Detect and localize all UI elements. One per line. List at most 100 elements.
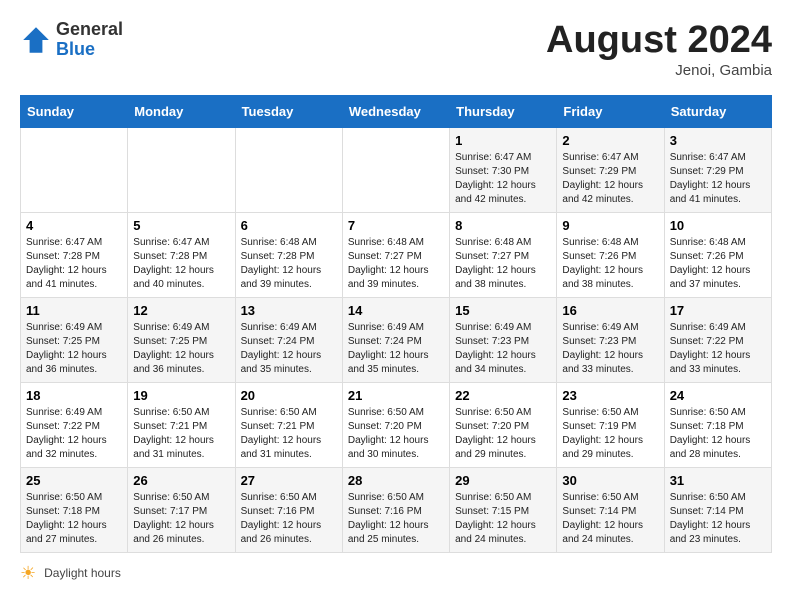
day-info: Sunrise: 6:50 AMSunset: 7:19 PMDaylight:… bbox=[562, 406, 658, 462]
day-info: Sunrise: 6:50 AMSunset: 7:20 PMDaylight:… bbox=[455, 406, 551, 462]
calendar-cell: 8Sunrise: 6:48 AMSunset: 7:27 PMDaylight… bbox=[450, 212, 557, 297]
day-number: 9 bbox=[562, 218, 658, 233]
day-info: Sunrise: 6:49 AMSunset: 7:25 PMDaylight:… bbox=[26, 321, 122, 377]
month-year: August 2024 bbox=[546, 20, 772, 62]
calendar-cell: 24 Sunrise: 6:50 AMSunset: 7:18 PMDayligh… bbox=[664, 382, 771, 467]
day-info: Sunrise: 6:50 AMSunset: 7:17 PMDaylight:… bbox=[133, 491, 229, 547]
day-number: 12 bbox=[133, 303, 229, 318]
calendar-cell: 13 Sunrise: 6:49 AMSunset: 7:24 PMDayligh… bbox=[235, 297, 342, 382]
day-number: 22 bbox=[455, 388, 551, 403]
day-number: 6 bbox=[241, 218, 337, 233]
col-header-wednesday: Wednesday bbox=[342, 95, 449, 127]
day-info: Sunrise: 6:50 AMSunset: 7:21 PMDaylight:… bbox=[133, 406, 229, 462]
calendar-cell: 31 Sunrise: 6:50 AMSunset: 7:14 PMDayligh… bbox=[664, 467, 771, 552]
logo-text: General Blue bbox=[56, 20, 123, 60]
day-info: Sunrise: 6:47 AMSunset: 7:29 PMDaylight:… bbox=[562, 151, 658, 207]
col-header-tuesday: Tuesday bbox=[235, 95, 342, 127]
day-info: Sunrise: 6:49 AMSunset: 7:22 PMDaylight:… bbox=[670, 321, 766, 377]
calendar-cell: 3 Sunrise: 6:47 AMSunset: 7:29 PMDaylight… bbox=[664, 127, 771, 212]
day-number: 21 bbox=[348, 388, 444, 403]
day-number: 27 bbox=[241, 473, 337, 488]
generalblue-logo-icon bbox=[20, 24, 52, 56]
calendar-cell: 14 Sunrise: 6:49 AMSunset: 7:24 PMDayligh… bbox=[342, 297, 449, 382]
day-info: Sunrise: 6:50 AMSunset: 7:21 PMDaylight:… bbox=[241, 406, 337, 462]
calendar-header-row: SundayMondayTuesdayWednesdayThursdayFrid… bbox=[21, 95, 772, 127]
day-info: Sunrise: 6:48 AMSunset: 7:27 PMDaylight:… bbox=[348, 236, 444, 292]
day-info: Sunrise: 6:47 AMSunset: 7:28 PMDaylight:… bbox=[26, 236, 122, 292]
calendar-cell: 16 Sunrise: 6:49 AMSunset: 7:23 PMDayligh… bbox=[557, 297, 664, 382]
day-number: 4 bbox=[26, 218, 122, 233]
calendar-cell: 17Sunrise: 6:49 AMSunset: 7:22 PMDayligh… bbox=[664, 297, 771, 382]
day-number: 20 bbox=[241, 388, 337, 403]
day-info: Sunrise: 6:47 AMSunset: 7:29 PMDaylight:… bbox=[670, 151, 766, 207]
day-number: 15 bbox=[455, 303, 551, 318]
calendar-cell: 4 Sunrise: 6:47 AMSunset: 7:28 PMDaylight… bbox=[21, 212, 128, 297]
day-number: 24 bbox=[670, 388, 766, 403]
day-number: 25 bbox=[26, 473, 122, 488]
logo: General Blue bbox=[20, 20, 123, 60]
col-header-thursday: Thursday bbox=[450, 95, 557, 127]
day-info: Sunrise: 6:49 AMSunset: 7:23 PMDaylight:… bbox=[562, 321, 658, 377]
day-info: Sunrise: 6:50 AMSunset: 7:15 PMDaylight:… bbox=[455, 491, 551, 547]
calendar-cell: 1 Sunrise: 6:47 AMSunset: 7:30 PMDaylight… bbox=[450, 127, 557, 212]
day-number: 11 bbox=[26, 303, 122, 318]
calendar-cell: 7 Sunrise: 6:48 AMSunset: 7:27 PMDaylight… bbox=[342, 212, 449, 297]
day-info: Sunrise: 6:47 AMSunset: 7:30 PMDaylight:… bbox=[455, 151, 551, 207]
day-info: Sunrise: 6:48 AMSunset: 7:26 PMDaylight:… bbox=[670, 236, 766, 292]
calendar-cell: 23 Sunrise: 6:50 AMSunset: 7:19 PMDayligh… bbox=[557, 382, 664, 467]
day-number: 3 bbox=[670, 133, 766, 148]
col-header-saturday: Saturday bbox=[664, 95, 771, 127]
day-info: Sunrise: 6:50 AMSunset: 7:16 PMDaylight:… bbox=[241, 491, 337, 547]
calendar-table: SundayMondayTuesdayWednesdayThursdayFrid… bbox=[20, 95, 772, 553]
day-number: 28 bbox=[348, 473, 444, 488]
day-number: 29 bbox=[455, 473, 551, 488]
sun-icon: ☀ bbox=[20, 563, 36, 584]
day-info: Sunrise: 6:50 AMSunset: 7:16 PMDaylight:… bbox=[348, 491, 444, 547]
day-number: 2 bbox=[562, 133, 658, 148]
calendar-cell: 9Sunrise: 6:48 AMSunset: 7:26 PMDaylight… bbox=[557, 212, 664, 297]
legend-label: Daylight hours bbox=[44, 566, 121, 580]
calendar-cell: 18Sunrise: 6:49 AMSunset: 7:22 PMDayligh… bbox=[21, 382, 128, 467]
day-number: 13 bbox=[241, 303, 337, 318]
calendar-cell: 20 Sunrise: 6:50 AMSunset: 7:21 PMDayligh… bbox=[235, 382, 342, 467]
title-area: August 2024 Jenoi, Gambia bbox=[546, 20, 772, 79]
calendar-row-4: 18Sunrise: 6:49 AMSunset: 7:22 PMDayligh… bbox=[21, 382, 772, 467]
header: General Blue August 2024 Jenoi, Gambia bbox=[20, 20, 772, 79]
calendar-cell: 25 Sunrise: 6:50 AMSunset: 7:18 PMDayligh… bbox=[21, 467, 128, 552]
col-header-monday: Monday bbox=[128, 95, 235, 127]
logo-blue: Blue bbox=[56, 39, 95, 59]
day-number: 26 bbox=[133, 473, 229, 488]
calendar-cell: 29 Sunrise: 6:50 AMSunset: 7:15 PMDayligh… bbox=[450, 467, 557, 552]
calendar-cell: 26 Sunrise: 6:50 AMSunset: 7:17 PMDayligh… bbox=[128, 467, 235, 552]
calendar-cell: 30 Sunrise: 6:50 AMSunset: 7:14 PMDayligh… bbox=[557, 467, 664, 552]
calendar-row-5: 25 Sunrise: 6:50 AMSunset: 7:18 PMDayligh… bbox=[21, 467, 772, 552]
day-info: Sunrise: 6:50 AMSunset: 7:14 PMDaylight:… bbox=[562, 491, 658, 547]
calendar-cell: 12Sunrise: 6:49 AMSunset: 7:25 PMDayligh… bbox=[128, 297, 235, 382]
calendar-cell: 5Sunrise: 6:47 AMSunset: 7:28 PMDaylight… bbox=[128, 212, 235, 297]
day-info: Sunrise: 6:49 AMSunset: 7:24 PMDaylight:… bbox=[241, 321, 337, 377]
day-info: Sunrise: 6:50 AMSunset: 7:18 PMDaylight:… bbox=[670, 406, 766, 462]
logo-general: General bbox=[56, 19, 123, 39]
day-number: 18 bbox=[26, 388, 122, 403]
day-info: Sunrise: 6:48 AMSunset: 7:27 PMDaylight:… bbox=[455, 236, 551, 292]
day-info: Sunrise: 6:50 AMSunset: 7:18 PMDaylight:… bbox=[26, 491, 122, 547]
legend-area: ☀ Daylight hours bbox=[20, 563, 772, 584]
day-info: Sunrise: 6:50 AMSunset: 7:14 PMDaylight:… bbox=[670, 491, 766, 547]
calendar-cell: 15Sunrise: 6:49 AMSunset: 7:23 PMDayligh… bbox=[450, 297, 557, 382]
calendar-cell: 27 Sunrise: 6:50 AMSunset: 7:16 PMDayligh… bbox=[235, 467, 342, 552]
calendar-cell: 6 Sunrise: 6:48 AMSunset: 7:28 PMDaylight… bbox=[235, 212, 342, 297]
day-info: Sunrise: 6:47 AMSunset: 7:28 PMDaylight:… bbox=[133, 236, 229, 292]
calendar-cell: 11 Sunrise: 6:49 AMSunset: 7:25 PMDayligh… bbox=[21, 297, 128, 382]
day-number: 23 bbox=[562, 388, 658, 403]
day-number: 14 bbox=[348, 303, 444, 318]
day-number: 16 bbox=[562, 303, 658, 318]
day-info: Sunrise: 6:49 AMSunset: 7:24 PMDaylight:… bbox=[348, 321, 444, 377]
day-info: Sunrise: 6:48 AMSunset: 7:28 PMDaylight:… bbox=[241, 236, 337, 292]
col-header-sunday: Sunday bbox=[21, 95, 128, 127]
calendar-cell bbox=[235, 127, 342, 212]
day-number: 1 bbox=[455, 133, 551, 148]
day-number: 31 bbox=[670, 473, 766, 488]
calendar-cell: 2 Sunrise: 6:47 AMSunset: 7:29 PMDaylight… bbox=[557, 127, 664, 212]
day-number: 30 bbox=[562, 473, 658, 488]
day-number: 7 bbox=[348, 218, 444, 233]
